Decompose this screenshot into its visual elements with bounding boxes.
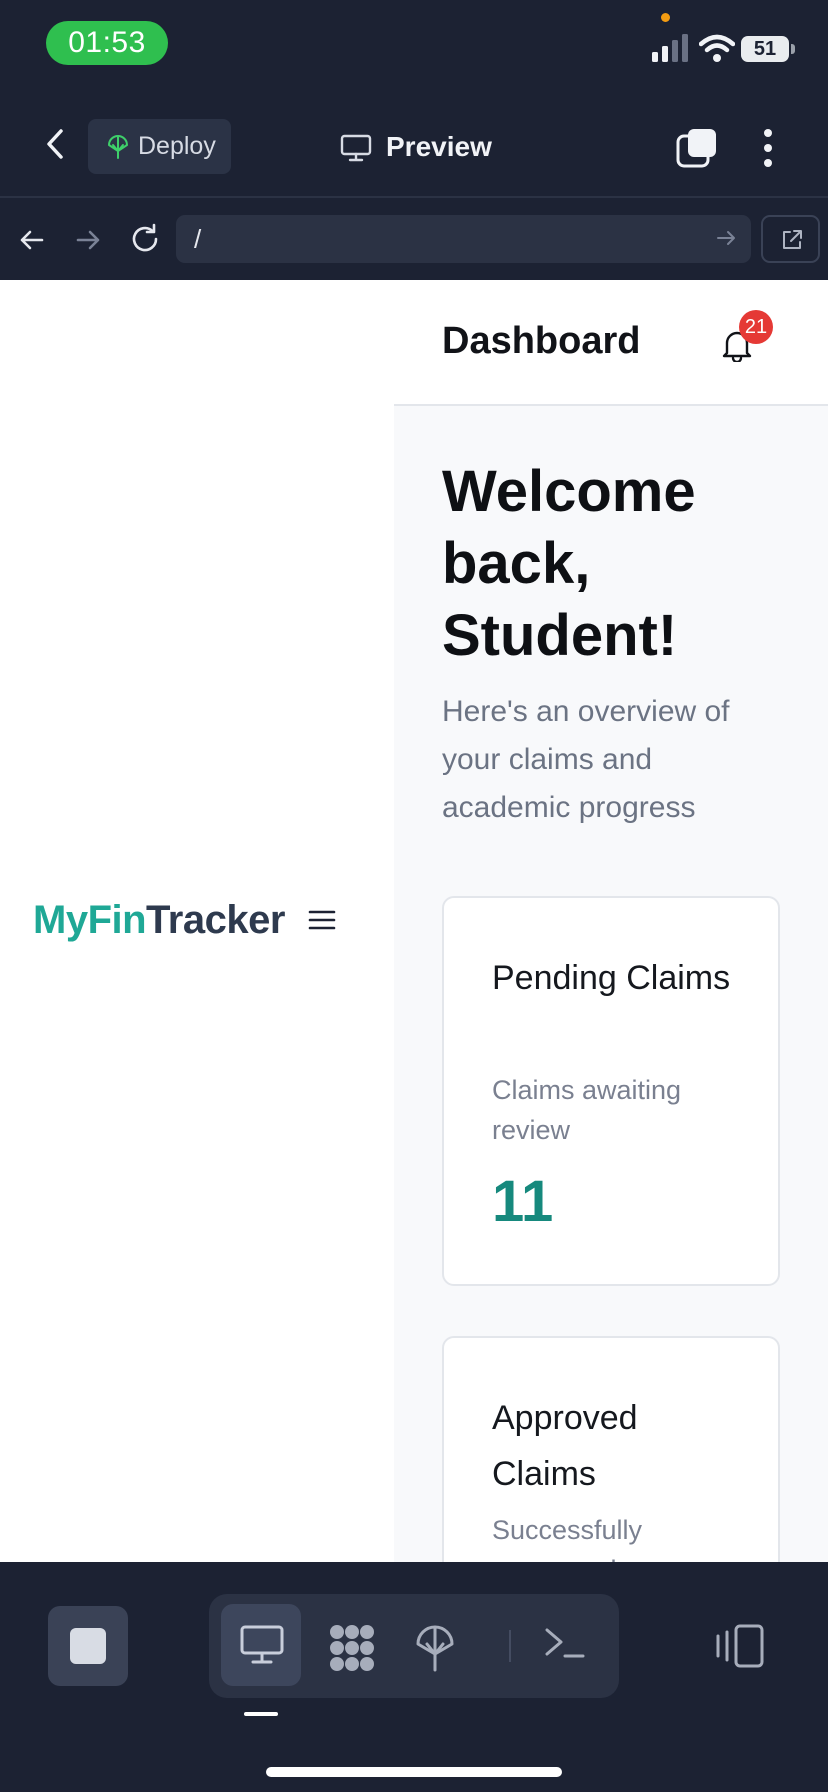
card-description: Successfully processed xyxy=(492,1515,643,1562)
preview-title: Preview xyxy=(340,120,492,174)
stat-card-approved[interactable]: Approved Claims Successfully processed xyxy=(442,1336,780,1562)
signal-icon xyxy=(652,34,688,62)
bottom-dock xyxy=(0,1562,828,1792)
page-title: Dashboard xyxy=(442,320,641,362)
more-vertical-icon[interactable] xyxy=(755,128,781,168)
monitor-icon xyxy=(240,1625,284,1664)
hamburger-icon[interactable] xyxy=(308,908,336,932)
notification-badge[interactable]: 21 xyxy=(739,310,773,344)
url-input[interactable]: / xyxy=(176,215,751,263)
main-panel: Dashboard 21 Welcome back, Student! Here… xyxy=(394,280,828,1562)
arrow-left-icon[interactable] xyxy=(16,224,48,256)
app-header: Deploy Preview xyxy=(0,90,828,198)
deploy-label: Deploy xyxy=(138,132,216,160)
welcome-subtitle: Here's an overview of your claims and ac… xyxy=(442,695,730,824)
stop-button[interactable] xyxy=(48,1606,128,1686)
mode-deploy-button[interactable] xyxy=(397,1604,477,1686)
monitor-icon xyxy=(340,134,372,162)
welcome-heading: Welcome back, Student! xyxy=(442,459,696,668)
device-switch-icon[interactable] xyxy=(714,1624,764,1668)
clock: 01:53 xyxy=(46,21,168,65)
open-external-button[interactable] xyxy=(761,215,820,263)
topbar: Dashboard 21 xyxy=(394,280,828,406)
active-mode-indicator xyxy=(244,1712,278,1716)
arrow-right-icon[interactable] xyxy=(72,224,104,256)
deploy-button[interactable]: Deploy xyxy=(88,119,231,174)
stat-card-pending[interactable]: Pending Claims Claims awaiting review 11 xyxy=(442,896,780,1286)
brand-part-myfin: MyFin xyxy=(33,898,147,942)
external-link-icon xyxy=(783,230,802,249)
sidebar: MyFinTracker xyxy=(0,280,394,1562)
web-preview: MyFinTracker Dashboard 21 Welcome back, … xyxy=(0,280,828,1562)
mode-divider xyxy=(509,1630,511,1662)
deploy-icon xyxy=(108,135,128,159)
chevron-left-icon[interactable] xyxy=(38,126,74,162)
card-value: 11 xyxy=(492,1169,554,1234)
mode-terminal-button[interactable] xyxy=(525,1604,605,1686)
mode-switcher xyxy=(209,1594,619,1698)
nodes-icon xyxy=(330,1625,374,1671)
reload-icon[interactable] xyxy=(128,222,162,256)
terminal-icon xyxy=(545,1628,585,1658)
mode-preview-button[interactable] xyxy=(221,1604,301,1686)
wifi-icon xyxy=(699,34,735,62)
home-indicator xyxy=(266,1767,562,1777)
tabs-icon[interactable] xyxy=(676,128,718,168)
brand-logo[interactable]: MyFinTracker xyxy=(33,898,285,943)
card-description: Claims awaiting review xyxy=(492,1075,682,1145)
card-title: Approved Claims xyxy=(492,1399,638,1493)
status-bar: 01:53 51 xyxy=(0,0,828,90)
arrow-right-icon[interactable] xyxy=(715,227,737,249)
mode-nodes-button[interactable] xyxy=(309,1604,389,1686)
deploy-icon xyxy=(416,1625,454,1672)
card-title: Pending Claims xyxy=(492,959,731,997)
battery-icon: 51 xyxy=(741,36,795,62)
url-bar: / xyxy=(0,200,828,280)
privacy-indicator xyxy=(661,13,670,22)
brand-part-tracker: Tracker xyxy=(146,898,285,942)
url-text: / xyxy=(194,224,202,254)
preview-label: Preview xyxy=(386,131,492,162)
